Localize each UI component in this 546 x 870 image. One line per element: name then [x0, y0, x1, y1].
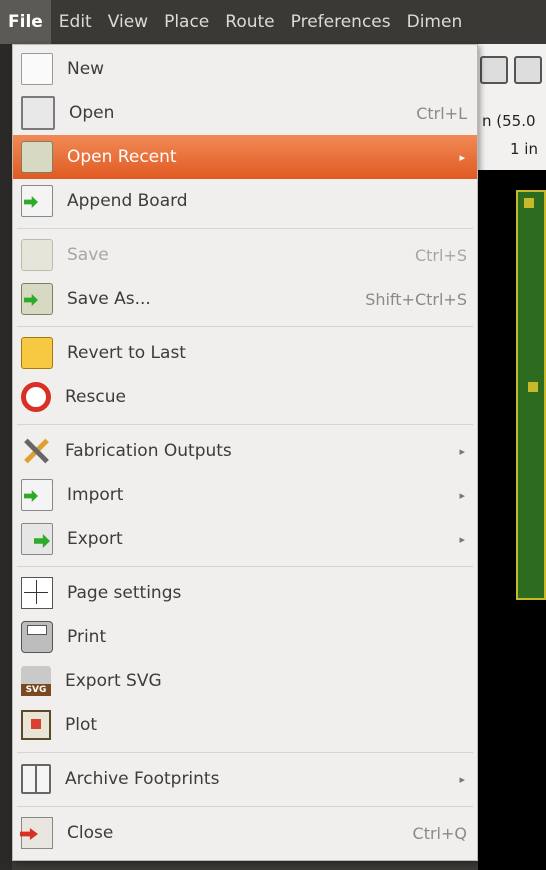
pcb-board [516, 190, 546, 600]
menu-preferences[interactable]: Preferences [283, 0, 399, 44]
menu-item-print[interactable]: Print [13, 615, 477, 659]
menu-item-label: Save [67, 245, 109, 265]
menu-route[interactable]: Route [217, 0, 282, 44]
menu-item-rescue[interactable]: Rescue [13, 375, 477, 419]
menu-item-label: Append Board [67, 191, 188, 211]
menu-item-append-board[interactable]: Append Board [13, 179, 477, 223]
open-recent-icon [21, 141, 53, 173]
menu-item-save[interactable]: Save Ctrl+S [13, 233, 477, 277]
new-document-icon [21, 53, 53, 85]
file-menu-dropdown: New Open Ctrl+L Open Recent ▸ Append Boa… [12, 44, 478, 861]
menu-item-shortcut: Ctrl+Q [412, 823, 467, 843]
export-icon [21, 523, 53, 555]
printer-icon [21, 621, 53, 653]
plot-toolbar-icon[interactable] [514, 56, 542, 84]
menu-item-archive-footprints[interactable]: Archive Footprints ▸ [13, 757, 477, 801]
pad [524, 198, 534, 208]
menu-item-fabrication-outputs[interactable]: Fabrication Outputs ▸ [13, 429, 477, 473]
menu-separator [17, 752, 473, 753]
menu-item-label: Plot [65, 715, 98, 735]
menu-item-shortcut: Shift+Ctrl+S [365, 289, 467, 309]
menubar: File Edit View Place Route Preferences D… [0, 0, 546, 44]
menu-item-import[interactable]: Import ▸ [13, 473, 477, 517]
menu-item-label: Rescue [65, 387, 126, 407]
menu-item-open[interactable]: Open Ctrl+L [13, 91, 477, 135]
menu-item-label: Import [67, 485, 124, 505]
menu-separator [17, 326, 473, 327]
menu-item-label: Archive Footprints [65, 769, 220, 789]
menu-item-revert[interactable]: Revert to Last [13, 331, 477, 375]
page-settings-icon [21, 577, 53, 609]
window-left-edge [0, 44, 12, 870]
menu-item-page-settings[interactable]: Page settings [13, 571, 477, 615]
menu-item-label: Fabrication Outputs [65, 441, 232, 461]
menu-item-label: Print [67, 627, 107, 647]
menu-item-shortcut: Ctrl+S [414, 245, 467, 265]
menu-item-new[interactable]: New [13, 47, 477, 91]
pcb-editor-background: n (55.0 1 in [478, 44, 546, 870]
menu-item-open-recent[interactable]: Open Recent ▸ [13, 135, 477, 179]
print-toolbar-icon[interactable] [480, 56, 508, 84]
menu-item-label: Export [67, 529, 123, 549]
close-icon [21, 817, 53, 849]
submenu-arrow-icon: ▸ [459, 488, 465, 502]
menu-separator [17, 228, 473, 229]
menu-file[interactable]: File [0, 0, 51, 44]
submenu-arrow-icon: ▸ [459, 150, 465, 164]
import-icon [21, 479, 53, 511]
menu-item-label: Revert to Last [67, 343, 186, 363]
menu-item-export-svg[interactable]: Export SVG [13, 659, 477, 703]
menu-item-shortcut: Ctrl+L [416, 103, 467, 123]
menu-item-close[interactable]: Close Ctrl+Q [13, 811, 477, 855]
plot-icon [21, 710, 51, 740]
archive-footprints-icon [21, 764, 51, 794]
status-area: n (55.0 1 in [478, 106, 546, 168]
submenu-arrow-icon: ▸ [459, 532, 465, 546]
menu-item-export[interactable]: Export ▸ [13, 517, 477, 561]
board-canvas[interactable] [478, 170, 546, 870]
append-board-icon [21, 185, 53, 217]
zoom-readout: n (55.0 [482, 112, 536, 130]
menu-item-save-as[interactable]: Save As... Shift+Ctrl+S [13, 277, 477, 321]
menu-item-label: Export SVG [65, 671, 162, 691]
menu-separator [17, 566, 473, 567]
menu-place[interactable]: Place [156, 0, 217, 44]
submenu-arrow-icon: ▸ [459, 444, 465, 458]
menu-item-plot[interactable]: Plot [13, 703, 477, 747]
export-svg-icon [21, 666, 51, 696]
save-as-icon [21, 283, 53, 315]
fabrication-outputs-icon [21, 436, 51, 466]
pad [528, 382, 538, 392]
menu-item-label: New [67, 59, 105, 79]
rescue-icon [21, 382, 51, 412]
menu-item-label: Close [67, 823, 114, 843]
save-icon [21, 239, 53, 271]
open-icon [21, 96, 55, 130]
menu-item-label: Save As... [67, 289, 151, 309]
toolbar [478, 44, 546, 104]
menu-item-label: Open Recent [67, 147, 177, 167]
menu-item-label: Page settings [67, 583, 182, 603]
menu-separator [17, 424, 473, 425]
menu-edit[interactable]: Edit [51, 0, 100, 44]
menu-dimensions[interactable]: Dimen [399, 0, 471, 44]
menu-view[interactable]: View [100, 0, 156, 44]
revert-icon [21, 337, 53, 369]
menu-separator [17, 806, 473, 807]
grid-readout: 1 in [510, 140, 538, 158]
menu-item-label: Open [69, 103, 115, 123]
submenu-arrow-icon: ▸ [459, 772, 465, 786]
